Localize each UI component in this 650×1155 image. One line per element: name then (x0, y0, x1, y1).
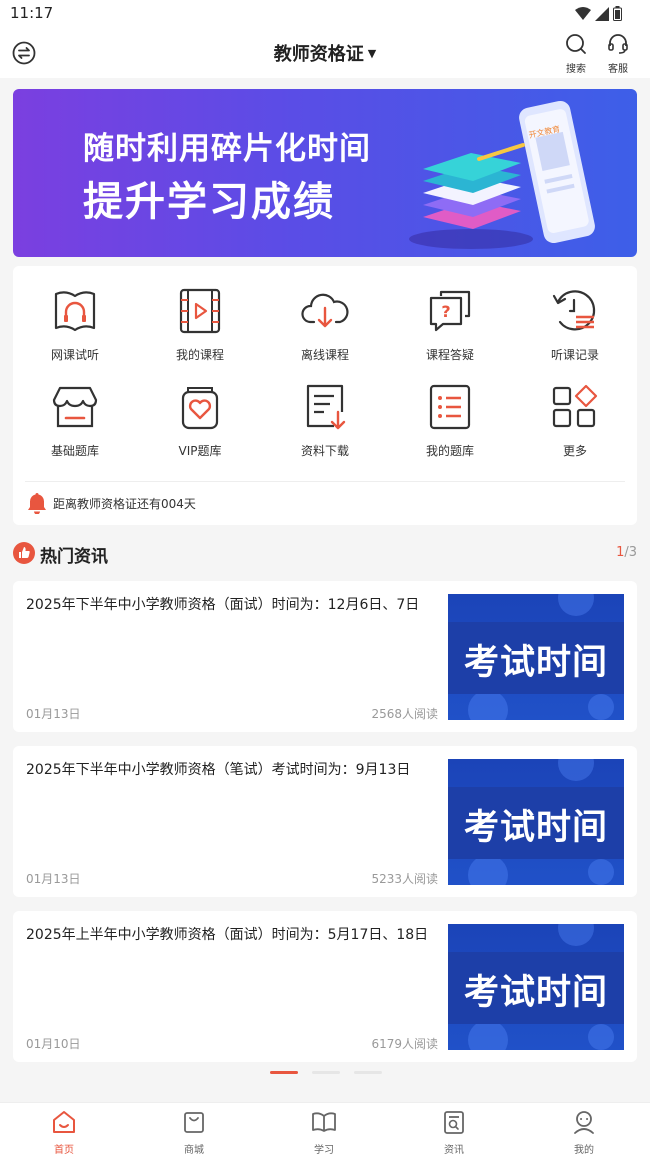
tab-label: 学习 (314, 1145, 334, 1155)
history-icon (552, 290, 596, 331)
caret-down-icon: ▼ (367, 47, 377, 60)
news-title: 2025年下半年中小学教师资格（面试）时间为：12月6日、7日 (26, 597, 420, 613)
thumbs-up-icon (13, 542, 35, 564)
page-title: 教师资格证 (273, 44, 364, 65)
news-date: 01月13日 (26, 707, 81, 721)
banner-line2: 提升学习成绩 (83, 179, 335, 225)
tab-label: 商城 (184, 1145, 204, 1155)
shortcut-my-bank[interactable]: 我的题库 (400, 382, 500, 459)
news-title: 2025年下半年中小学教师资格（笔试）考试时间为：9月13日 (26, 762, 411, 778)
news-date: 01月10日 (26, 1037, 81, 1051)
promo-banner[interactable]: 随时利用碎片化时间 提升学习成绩 开文教育 (13, 89, 637, 257)
shopping-bag-icon (184, 1112, 204, 1133)
question-chat-icon: ? (429, 290, 471, 332)
shortcut-label: 更多 (562, 444, 587, 458)
page-total: /3 (624, 545, 637, 560)
pagination-dot[interactable] (312, 1071, 340, 1074)
tab-home[interactable]: 首页 (34, 1109, 94, 1155)
search-icon (566, 34, 586, 54)
profile-icon (574, 1111, 594, 1134)
shortcut-more[interactable]: 更多 (525, 382, 625, 459)
tab-study[interactable]: 学习 (294, 1109, 354, 1155)
phone-books-illustration: 开文教育 (409, 100, 595, 249)
news-thumbnail: 考试时间 (448, 594, 624, 720)
shortcut-basic-bank[interactable]: 基础题库 (25, 382, 125, 459)
shortcut-label: VIP题库 (178, 444, 222, 458)
headset-icon (608, 34, 628, 54)
exam-selector[interactable]: 教师资格证 ▼ (0, 40, 650, 66)
tab-mall[interactable]: 商城 (164, 1109, 224, 1155)
bell-icon (28, 493, 46, 514)
shortcut-label: 我的题库 (425, 444, 474, 458)
store-icon (52, 386, 98, 428)
pagination-dots (270, 1071, 382, 1074)
exam-countdown: 距离教师资格证还有004天 (27, 492, 196, 514)
search-label: 搜索 (566, 64, 586, 75)
shortcut-label: 课程答疑 (425, 348, 474, 362)
shortcut-label: 网课试听 (50, 348, 99, 362)
news-reads: 5233人阅读 (371, 872, 438, 886)
shortcut-grid: 网课试听 我的课程 离线课程 ? 课程答疑 听课记录 基础题库 VIP题库 资料… (13, 266, 637, 525)
news-thumbnail: 考试时间 (448, 759, 624, 885)
cloud-download-icon (301, 293, 349, 328)
customer-service-button[interactable]: 客服 (601, 32, 635, 75)
page-indicator: 1/3 (616, 545, 637, 560)
service-label: 客服 (608, 64, 628, 75)
shortcut-course-qa[interactable]: ? 课程答疑 (400, 286, 500, 363)
thumbnail-text: 考试时间 (463, 643, 608, 683)
shortcut-course-trial[interactable]: 网课试听 (25, 286, 125, 363)
shortcut-material-download[interactable]: 资料下载 (275, 382, 375, 459)
signal-icon (595, 6, 609, 21)
status-icons (575, 6, 622, 21)
news-item[interactable]: 2025年上半年中小学教师资格（面试）时间为：5月17日、18日 01月10日 … (13, 911, 637, 1062)
news-date: 01月13日 (26, 872, 81, 886)
news-title: 2025年上半年中小学教师资格（面试）时间为：5月17日、18日 (26, 927, 429, 943)
list-icon (429, 384, 471, 430)
more-grid-icon (552, 384, 598, 428)
shortcut-my-courses[interactable]: 我的课程 (150, 286, 250, 363)
banner-line1: 随时利用碎片化时间 (83, 131, 371, 167)
section-title: 热门资讯 (40, 547, 108, 567)
tab-label: 我的 (574, 1145, 594, 1155)
news-thumbnail: 考试时间 (448, 924, 624, 1050)
pagination-dot[interactable] (354, 1071, 382, 1074)
tab-label: 资讯 (444, 1145, 464, 1155)
news-reads: 6179人阅读 (371, 1037, 438, 1051)
shortcut-label: 听课记录 (550, 348, 599, 362)
status-time: 11:17 (10, 4, 54, 22)
news-reads: 2568人阅读 (371, 707, 438, 721)
search-button[interactable]: 搜索 (559, 32, 593, 75)
shortcut-label: 基础题库 (50, 444, 99, 458)
divider (25, 481, 625, 482)
tab-news[interactable]: 资讯 (424, 1109, 484, 1155)
tab-profile[interactable]: 我的 (554, 1109, 614, 1155)
shortcut-label: 离线课程 (300, 348, 349, 362)
news-item[interactable]: 2025年下半年中小学教师资格（面试）时间为：12月6日、7日 01月13日 2… (13, 581, 637, 732)
home-icon (53, 1111, 75, 1133)
shortcut-label: 我的课程 (175, 348, 224, 362)
thumbnail-text: 考试时间 (463, 808, 608, 848)
shortcut-history[interactable]: 听课记录 (525, 286, 625, 363)
svg-text:?: ? (441, 302, 450, 321)
news-item[interactable]: 2025年下半年中小学教师资格（笔试）考试时间为：9月13日 01月13日 52… (13, 746, 637, 897)
countdown-text: 距离教师资格证还有004天 (53, 496, 196, 511)
pagination-dot[interactable] (270, 1071, 298, 1074)
wifi-icon (575, 6, 591, 20)
bottom-tab-bar: 首页 商城 学习 资讯 我的 (0, 1102, 650, 1155)
top-bar: 教师资格证 ▼ 搜索 客服 (0, 28, 650, 78)
vip-heart-icon (181, 387, 219, 430)
open-book-icon (312, 1112, 336, 1132)
thumbnail-text: 考试时间 (463, 973, 608, 1013)
shortcut-vip-bank[interactable]: VIP题库 (150, 382, 250, 459)
document-download-icon (306, 384, 346, 430)
news-search-icon (444, 1111, 464, 1134)
shortcut-offline-courses[interactable]: 离线课程 (275, 286, 375, 363)
hot-news-header: 热门资讯 1/3 (13, 540, 637, 567)
tab-label: 首页 (54, 1145, 74, 1155)
video-course-icon (179, 288, 221, 334)
book-headphones-icon (54, 291, 96, 332)
shortcut-label: 资料下载 (300, 444, 349, 458)
status-bar: 11:17 (0, 0, 650, 28)
battery-icon (613, 6, 622, 21)
